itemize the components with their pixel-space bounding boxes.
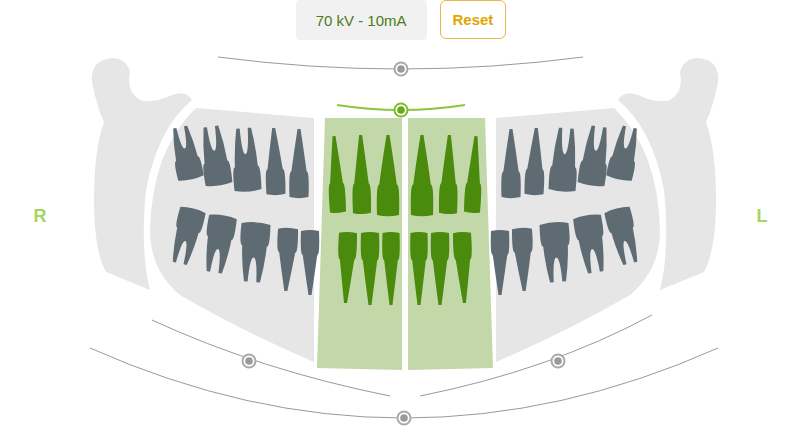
lower-tooth-icon	[410, 232, 428, 305]
upper-tooth-icon	[577, 125, 613, 188]
handle-dot-icon[interactable]	[245, 357, 253, 365]
upper-tooth-icon	[377, 135, 399, 216]
upper-tooth-icon	[351, 135, 371, 214]
upper-tooth-icon	[606, 124, 643, 182]
jaw-map	[80, 40, 722, 437]
upper-tooth-icon	[326, 136, 347, 214]
upper-tooth-icon	[264, 128, 286, 196]
upper-tooth-icon	[524, 128, 546, 196]
reset-button[interactable]: Reset	[440, 0, 507, 39]
lower-tooth-icon	[382, 232, 400, 305]
lower-tooth-icon	[237, 221, 271, 283]
handle-ring-icon[interactable]	[398, 412, 411, 425]
upper-tooth-icon	[501, 129, 521, 198]
lower-tooth-icon	[301, 230, 320, 295]
segment-panel[interactable]	[317, 118, 402, 370]
exposure-value: 70 kV - 10mA	[296, 0, 427, 40]
lower-tooth-icon	[431, 232, 450, 305]
jaw-segment[interactable]	[317, 118, 402, 370]
arc-line	[90, 348, 718, 418]
upper-tooth-icon	[167, 124, 204, 182]
arc-handle[interactable]	[420, 315, 652, 396]
lower-tooth-icon	[200, 213, 237, 274]
jaw-stage: RL	[0, 40, 802, 437]
upper-tooth-icon	[548, 127, 580, 192]
arc-line	[420, 315, 652, 396]
handle-ring-icon[interactable]	[243, 355, 256, 368]
upper-tooth-icon	[439, 135, 459, 214]
arc-handle[interactable]	[337, 104, 465, 117]
upper-tooth-icon	[230, 127, 262, 192]
left-side-label: L	[722, 40, 802, 437]
upper-tooth-icon	[464, 136, 485, 214]
lower-tooth-icon	[573, 213, 610, 274]
handle-dot-icon[interactable]	[397, 65, 405, 73]
toolbar: 70 kV - 10mA Reset	[0, 0, 802, 40]
arc-handle[interactable]	[218, 57, 583, 76]
lower-tooth-icon	[604, 205, 643, 266]
lower-tooth-icon	[361, 232, 380, 305]
lower-tooth-icon	[491, 230, 510, 295]
lower-tooth-icon	[336, 232, 357, 304]
handle-dot-icon[interactable]	[400, 414, 408, 422]
handle-ring-icon[interactable]	[552, 355, 565, 368]
xray-selector: 70 kV - 10mAResetRL	[0, 0, 802, 437]
handle-ring-icon[interactable]	[395, 63, 408, 76]
right-side-label: R	[0, 40, 80, 437]
upper-tooth-icon	[197, 125, 233, 188]
jaw-segment[interactable]	[408, 118, 493, 370]
handle-dot-icon[interactable]	[397, 106, 405, 114]
segment-panel[interactable]	[408, 118, 493, 370]
upper-tooth-icon	[411, 135, 433, 216]
lower-tooth-icon	[167, 205, 206, 266]
handle-dot-icon[interactable]	[554, 357, 562, 365]
lower-tooth-icon	[539, 221, 573, 283]
segment-panel[interactable]	[150, 108, 314, 362]
upper-tooth-icon	[289, 129, 309, 198]
arc-handle[interactable]	[90, 348, 718, 425]
lower-tooth-icon	[276, 227, 299, 291]
lower-tooth-icon	[512, 227, 535, 291]
handle-ring-icon[interactable]	[395, 104, 408, 117]
jaw-segment[interactable]	[150, 108, 319, 362]
lower-tooth-icon	[453, 232, 474, 304]
